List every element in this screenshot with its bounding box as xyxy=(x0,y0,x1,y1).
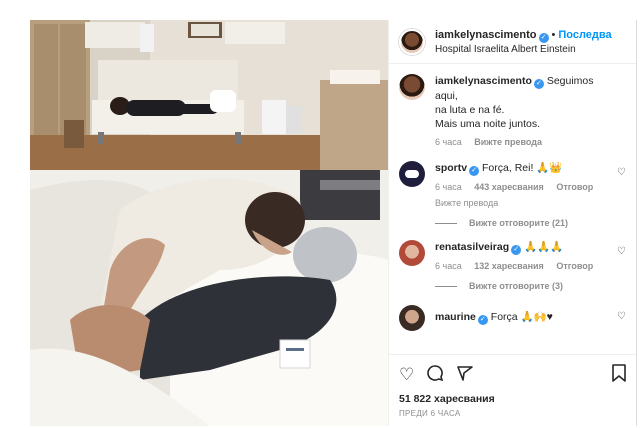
comment-username[interactable]: renatasilveirag xyxy=(435,241,509,253)
heart-icon[interactable]: ♡ xyxy=(399,365,414,385)
comment-body: maurine ✓ Força 🙏🙌♥ xyxy=(435,305,615,325)
comment-meta: 6 часа 443 харесвания Отговор xyxy=(435,180,615,194)
comment-username[interactable]: maurine xyxy=(435,311,476,323)
sportv-logo-icon xyxy=(405,170,419,178)
comment-text: Força 🙏🙌♥ xyxy=(490,311,553,323)
comment-avatar[interactable] xyxy=(399,161,425,187)
reply-button[interactable]: Отговор xyxy=(556,182,593,192)
caption-username[interactable]: iamkelynascimento xyxy=(435,75,532,87)
comment-item: sportv ✓ Força, Rei! 🙏👑 6 часа 443 харесв… xyxy=(399,161,626,210)
verified-badge-icon: ✓ xyxy=(477,315,488,325)
comment-icon[interactable] xyxy=(426,364,444,387)
comment-like-heart-icon[interactable]: ♡ xyxy=(617,167,626,178)
comment-likes[interactable]: 443 харесвания xyxy=(474,182,544,192)
comment-username[interactable]: sportv xyxy=(435,162,467,174)
verified-badge-icon: ✓ xyxy=(511,245,522,255)
comment-body: renatasilveirag ✓ 🙏🙏🙏 6 часа 132 харесван… xyxy=(435,240,615,273)
comment-translate-link[interactable]: Вижте превода xyxy=(435,196,615,210)
author-username[interactable]: iamkelynascimento xyxy=(435,29,537,41)
action-icons-row: ♡ xyxy=(399,363,627,387)
caption-text-line2: na luta e na fé. xyxy=(435,104,505,116)
view-replies-label: Вижте отговорите (21) xyxy=(469,218,568,228)
post-photo[interactable] xyxy=(30,20,388,426)
comment-item: renatasilveirag ✓ 🙏🙏🙏 6 часа 132 харесван… xyxy=(399,240,626,273)
comment-likes[interactable]: 132 харесвания xyxy=(474,261,544,271)
reply-button[interactable]: Отговор xyxy=(556,261,593,271)
view-replies-button[interactable]: Вижте отговорите (3) xyxy=(435,281,626,291)
caption-body: iamkelynascimento ✓ Seguimos aqui, na lut… xyxy=(435,74,615,149)
caption: iamkelynascimento ✓ Seguimos aqui, na lut… xyxy=(399,74,626,149)
verified-badge-icon: ✓ xyxy=(533,79,544,89)
likes-count[interactable]: 51 822 харесвания xyxy=(399,393,627,405)
divider-line xyxy=(435,285,457,287)
comment-time[interactable]: 6 часа xyxy=(435,261,462,271)
post-header: iamkelynascimento ✓ • Последва Hospital Isr… xyxy=(389,20,636,64)
post-location[interactable]: Hospital Israelita Albert Einstein xyxy=(435,43,612,57)
share-icon[interactable] xyxy=(456,364,474,387)
comment-item: maurine ✓ Força 🙏🙌♥ ♡ xyxy=(399,305,626,331)
comment-body: sportv ✓ Força, Rei! 🙏👑 6 часа 443 харесв… xyxy=(435,161,615,210)
comment-text: Força, Rei! 🙏👑 xyxy=(482,162,563,174)
post-time[interactable]: ПРЕДИ 6 ЧАСА xyxy=(399,409,627,418)
comment-avatar[interactable] xyxy=(399,305,425,331)
author-avatar[interactable] xyxy=(399,28,425,55)
separator-dot: • xyxy=(551,28,556,41)
comment-text: 🙏🙏🙏 xyxy=(524,241,564,253)
caption-meta: 6 часа Вижте превода xyxy=(435,135,615,149)
caption-text-line3: Mais uma noite juntos. xyxy=(435,118,541,130)
bookmark-icon[interactable] xyxy=(611,363,627,387)
verified-badge-icon: ✓ xyxy=(538,32,549,43)
view-replies-button[interactable]: Вижте отговорите (21) xyxy=(435,218,626,228)
modal-border xyxy=(636,20,637,426)
post-actions: ♡ 51 822 харесвания ПРЕДИ 6 ЧАСА xyxy=(389,354,637,418)
verified-badge-icon: ✓ xyxy=(469,166,480,176)
view-replies-label: Вижте отговорите (3) xyxy=(469,281,563,291)
comment-avatar[interactable] xyxy=(399,240,425,266)
caption-avatar[interactable] xyxy=(399,74,425,100)
comments-list[interactable]: iamkelynascimento ✓ Seguimos aqui, na lut… xyxy=(389,64,636,354)
comment-time[interactable]: 6 часа xyxy=(435,182,462,192)
comment-like-heart-icon[interactable]: ♡ xyxy=(617,311,626,322)
caption-time[interactable]: 6 часа xyxy=(435,137,462,147)
comment-meta: 6 часа 132 харесвания Отговор xyxy=(435,259,615,273)
hospital-room-photo xyxy=(30,20,388,426)
divider-line xyxy=(435,222,457,224)
comment-like-heart-icon[interactable]: ♡ xyxy=(617,246,626,257)
author-info: iamkelynascimento ✓ • Последва Hospital Isr… xyxy=(435,27,612,57)
follow-button[interactable]: Последва xyxy=(558,29,611,41)
post-side-panel: iamkelynascimento ✓ • Последва Hospital Isr… xyxy=(388,20,637,426)
instagram-post-modal: iamkelynascimento ✓ • Последва Hospital Isr… xyxy=(0,0,640,428)
caption-translate-link[interactable]: Вижте превода xyxy=(474,137,542,147)
